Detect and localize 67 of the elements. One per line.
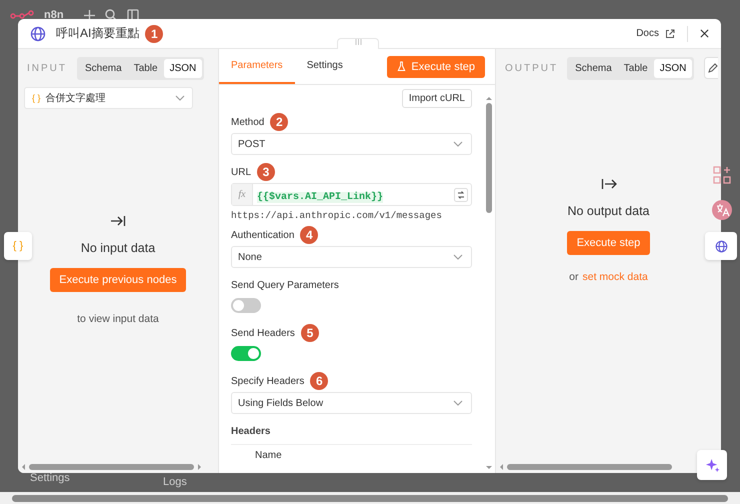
globe-icon — [714, 240, 728, 252]
view-tab[interactable]: Schema — [569, 58, 618, 78]
add-icon[interactable] — [84, 10, 95, 20]
node-title: 呼叫AI摘要重點 — [56, 25, 140, 42]
view-tab[interactable]: Table — [618, 58, 654, 78]
select-field[interactable]: None — [231, 246, 472, 268]
chevron-down-icon — [175, 95, 185, 101]
field-label: Authentication — [231, 230, 294, 240]
chevron-down-icon — [453, 400, 463, 406]
select-field[interactable]: POST — [231, 133, 472, 155]
chevron-down-icon — [453, 141, 463, 147]
braces-icon: { } — [32, 93, 41, 103]
node-select[interactable]: { } 合併文字處理 — [24, 87, 193, 109]
empty-title: No input data — [80, 241, 156, 255]
column-header: Name — [255, 450, 282, 461]
step-badge: 6 — [310, 372, 328, 390]
flask-icon — [397, 61, 406, 72]
field-label: Send Headers — [231, 328, 295, 338]
grid-plus-icon[interactable] — [713, 166, 731, 184]
docs-link[interactable]: Docs — [636, 28, 659, 39]
field-label: Send Query Parameters — [231, 280, 339, 290]
empty-hint: or — [569, 271, 578, 283]
arrow-from-bar-icon — [600, 178, 616, 190]
sparkle-button[interactable] — [697, 450, 727, 480]
select-field[interactable]: Using Fields Below — [231, 392, 472, 414]
panel-icon[interactable] — [126, 9, 139, 21]
view-tab[interactable]: Table — [128, 58, 164, 78]
step-badge: 2 — [270, 113, 288, 131]
step-badge: 5 — [300, 324, 319, 342]
expression-prefix: fx — [232, 184, 253, 205]
panel-heading: INPUT — [27, 62, 67, 74]
logs-tab[interactable]: Logs — [163, 476, 187, 488]
panel-heading: OUTPUT — [505, 62, 558, 74]
field-label: URL — [231, 166, 252, 178]
search-icon[interactable] — [104, 9, 117, 21]
view-tab[interactable]: JSON — [654, 58, 692, 78]
drag-handle[interactable] — [337, 38, 379, 49]
resolved-url: https://api.anthropic.com/v1/messages — [231, 210, 443, 221]
external-link-icon[interactable] — [665, 28, 675, 38]
view-tab[interactable]: Schema — [79, 58, 128, 78]
arrow-to-bar-icon — [110, 215, 126, 227]
node-tab[interactable]: Settings — [294, 49, 355, 84]
globe-icon — [30, 26, 46, 42]
vertical-scrollbar[interactable] — [485, 97, 492, 469]
pencil-icon[interactable] — [704, 57, 718, 79]
sparkle-icon — [704, 458, 720, 472]
translate-icon[interactable] — [712, 200, 732, 220]
step-badge: 4 — [300, 226, 318, 244]
sidebar-settings[interactable]: Settings — [30, 472, 70, 484]
page-scrollbar[interactable] — [0, 492, 740, 504]
import-curl-button[interactable]: Import cURL — [402, 89, 472, 108]
toggle-switch[interactable] — [231, 346, 261, 361]
view-tab[interactable]: JSON — [164, 58, 202, 78]
empty-title: No output data — [567, 204, 650, 218]
app-name: n8n — [44, 9, 64, 21]
step-badge: 1 — [145, 24, 164, 42]
field-label: Method — [231, 116, 264, 128]
field-label: Headers — [231, 426, 270, 436]
chevron-down-icon — [453, 254, 463, 260]
field-label: Specify Headers — [231, 376, 304, 386]
close-icon[interactable] — [700, 29, 709, 38]
expand-icon[interactable] — [454, 188, 468, 202]
toggle-switch[interactable] — [231, 298, 261, 313]
logo-icon — [10, 10, 34, 20]
step-badge: 3 — [257, 163, 276, 181]
empty-hint: to view input data — [77, 313, 159, 325]
globe-button[interactable] — [705, 232, 737, 260]
